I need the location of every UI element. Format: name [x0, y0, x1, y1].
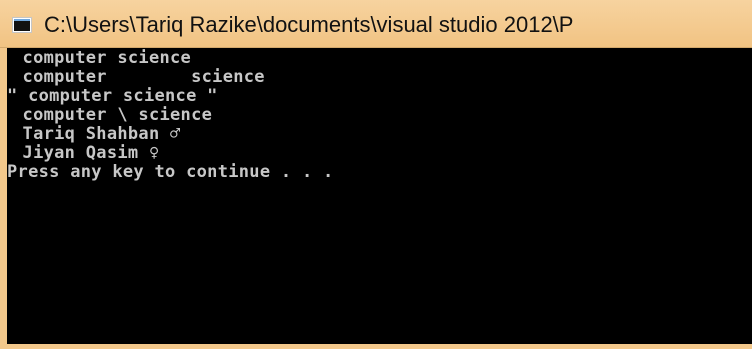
- console-line-3: " computer science ": [7, 86, 218, 106]
- title-bar[interactable]: C:\Users\Tariq Razike\documents\visual s…: [0, 0, 752, 48]
- console-line-1: computer science: [12, 48, 192, 68]
- console-window-icon[interactable]: [12, 17, 32, 33]
- console-line-6: Jiyan Qasim ♀: [12, 143, 160, 163]
- window-bottom-border: [0, 344, 752, 349]
- console-prompt-line: Press any key to continue . . .: [7, 162, 334, 182]
- console-line-4: computer \ science: [12, 105, 213, 125]
- console-output: computer science computer science " comp…: [7, 48, 752, 344]
- console-line-2: computer science: [12, 67, 265, 87]
- console-window: C:\Users\Tariq Razike\documents\visual s…: [0, 0, 752, 349]
- window-left-border: [0, 48, 7, 349]
- window-title: C:\Users\Tariq Razike\documents\visual s…: [44, 12, 574, 37]
- console-line-5: Tariq Shahban ♂: [12, 124, 181, 144]
